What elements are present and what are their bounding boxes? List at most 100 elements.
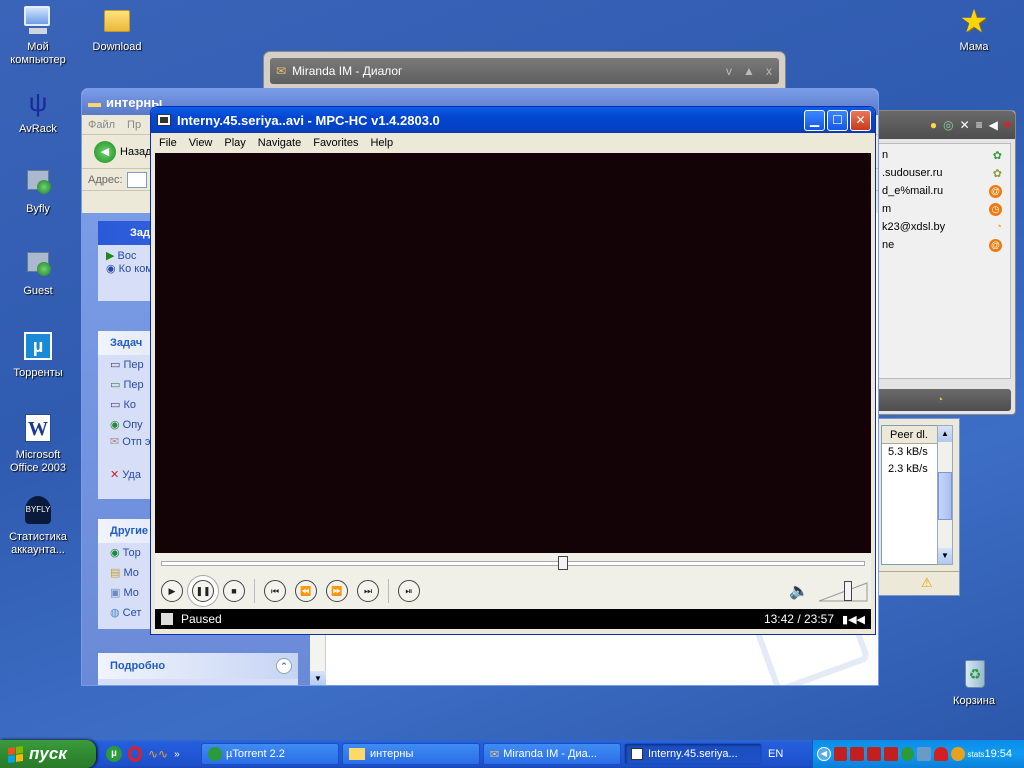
opera-icon[interactable] [128, 746, 142, 762]
panel-details-header[interactable]: Подробно ⌃ [98, 653, 298, 679]
menu-file[interactable]: Файл [82, 119, 121, 131]
miranda-icon: ✉ [490, 748, 500, 761]
scroll-thumb[interactable] [938, 472, 952, 520]
tray-expand-icon[interactable]: ◀ [817, 747, 831, 761]
vertical-scrollbar[interactable]: ▲ ▼ [937, 425, 953, 565]
antivirus-tray-icon[interactable] [934, 747, 948, 761]
utorrent-window[interactable]: Peer dl. 5.3 kB/s 2.3 kB/s ▲ ▼ ⚠ [868, 418, 960, 596]
contact-list-window[interactable]: ● ◎ ✕ ≡ ◀ ♥ n ✿ .sudouser.ru ✿ d_e%mail.ru… [868, 110, 1016, 415]
heart-icon[interactable]: ♥ [1004, 118, 1011, 132]
speaker-icon[interactable]: 🔈 [789, 581, 809, 601]
frame-step-button[interactable]: ⏯ [398, 580, 420, 602]
sun-icon[interactable]: ● [930, 118, 937, 132]
desktop-icon-label: Мой компьютер [10, 41, 66, 66]
start-button[interactable]: пуск [0, 740, 96, 768]
previous-button[interactable]: ⏮ [264, 580, 286, 602]
desktop-icon-mama[interactable]: ★ Мама [936, 4, 1012, 54]
language-indicator[interactable]: EN [768, 748, 783, 760]
close-button[interactable]: ✕ [850, 109, 871, 131]
desktop-icon-my-computer[interactable]: Мой компьютер [0, 4, 76, 67]
miranda-quicklaunch-icon[interactable]: ∿∿ [148, 747, 168, 761]
contact-item[interactable]: .sudouser.ru ✿ [870, 164, 1010, 182]
maximize-button[interactable]: ☐ [827, 109, 848, 131]
menu-file[interactable]: File [153, 137, 183, 149]
utorrent-quicklaunch-icon[interactable]: µ [106, 746, 122, 762]
menu-navigate[interactable]: Navigate [252, 137, 307, 149]
seek-thumb[interactable] [558, 556, 569, 570]
miranda-tray-icon[interactable] [950, 747, 965, 761]
miranda-maximize-button[interactable]: ▲ [739, 64, 759, 78]
desktop-icon-download[interactable]: Download [79, 4, 155, 54]
desktop-icon-avrack[interactable]: ψ AvRack [0, 86, 76, 136]
miranda-dialog-window[interactable]: ✉ Miranda IM - Диалог v ▲ x [263, 51, 786, 91]
control-separator [254, 579, 255, 603]
desktop-icon-guest[interactable]: Guest [0, 248, 76, 298]
star-icon: ★ [959, 3, 989, 39]
play-button[interactable]: ▶ [161, 580, 183, 602]
menu-help[interactable]: Help [364, 137, 399, 149]
desktop-icon-byfly-stats[interactable]: BYFLY Статистика аккаунта... [0, 494, 76, 557]
menu-favorites[interactable]: Favorites [307, 137, 364, 149]
copy-icon: ▭ [110, 399, 121, 411]
fast-forward-button[interactable]: ⏩ [326, 580, 348, 602]
sound-icon[interactable]: ◀ [989, 118, 998, 132]
menu-view[interactable]: View [183, 137, 219, 149]
quick-launch: µ ∿∿ » [106, 746, 198, 762]
byfly-tray-icon[interactable] [867, 747, 881, 761]
byfly-tray-icon[interactable] [883, 747, 898, 761]
menu-play[interactable]: Play [218, 137, 251, 149]
contact-list-toolbar: ● ◎ ✕ ≡ ◀ ♥ [869, 111, 1015, 139]
utorrent-tray-icon[interactable] [900, 747, 915, 761]
miranda-minimize-button[interactable]: v [719, 64, 739, 78]
menu-edit[interactable]: Пр [121, 119, 147, 131]
contact-status-bar[interactable]: ◔ [869, 389, 1011, 411]
taskbar-item-explorer[interactable]: интерны [342, 743, 480, 765]
volume-slider[interactable] [818, 581, 869, 603]
taskbar-item-utorrent[interactable]: µTorrent 2.2 [201, 743, 339, 765]
quicklaunch-more-icon[interactable]: » [174, 749, 180, 760]
contact-item[interactable]: m ◷ [870, 200, 1010, 218]
next-button[interactable]: ⏭ [357, 580, 379, 602]
byfly-tray-icon[interactable] [850, 747, 865, 761]
list-icon[interactable]: ≡ [976, 118, 983, 132]
search-icon[interactable]: ◎ [943, 118, 953, 132]
warning-icon: ⚠ [921, 575, 933, 590]
pause-button[interactable]: ❚❚ [192, 580, 214, 602]
taskbar-item-mpc[interactable]: Interny.45.seriya... [624, 743, 762, 765]
desktop-icon-office[interactable]: W Microsoft Office 2003 [0, 412, 76, 475]
minimize-button[interactable]: ▁ [804, 109, 825, 131]
contact-item[interactable]: k23@xdsl.by ◔ [870, 218, 1010, 236]
volume-thumb[interactable] [844, 581, 853, 601]
video-area[interactable] [155, 153, 871, 553]
address-field[interactable] [126, 171, 147, 188]
mpc-player-window[interactable]: Interny.45.seriya..avi - MPC-HC v1.4.280… [150, 106, 876, 635]
seek-bar[interactable] [155, 553, 871, 573]
status-text: Paused [181, 612, 222, 626]
back-arrow-icon[interactable]: ◀ [94, 140, 116, 163]
desktop-icon-byfly[interactable]: Byfly [0, 166, 76, 216]
system-tray: ◀ stats 19:54 [812, 740, 1024, 768]
miranda-dialog-titlebar[interactable]: ✉ Miranda IM - Диалог v ▲ x [270, 58, 779, 84]
rewind-button[interactable]: ⏪ [295, 580, 317, 602]
mpc-titlebar[interactable]: Interny.45.seriya..avi - MPC-HC v1.4.280… [151, 107, 875, 133]
contact-item[interactable]: d_e%mail.ru @ [870, 182, 1010, 200]
network-tray-icon[interactable] [917, 747, 932, 761]
byfly-tray-icon[interactable] [833, 747, 848, 761]
miranda-close-button[interactable]: x [759, 64, 779, 78]
back-button[interactable]: Назад [120, 146, 152, 158]
scroll-up-button[interactable]: ▲ [938, 426, 952, 442]
desktop-icon-torrents[interactable]: µ Торренты [0, 330, 76, 380]
expand-chevron-icon[interactable]: ⌃ [276, 658, 292, 674]
network-shortcut-icon [21, 166, 55, 200]
tools-icon[interactable]: ✕ [960, 118, 970, 132]
scroll-down-button[interactable]: ▼ [310, 671, 326, 685]
contact-item[interactable]: n ✿ [870, 146, 1010, 164]
stop-button[interactable]: ■ [223, 580, 245, 602]
scroll-down-button[interactable]: ▼ [938, 548, 952, 564]
taskbar-item-miranda[interactable]: ✉ Miranda IM - Диа... [483, 743, 621, 765]
status-button-icon[interactable]: ◔ [937, 394, 944, 406]
delete-icon: ✕ [110, 469, 120, 481]
desktop-icon-recycle-bin[interactable]: ♻ Корзина [936, 658, 1012, 708]
contact-item[interactable]: ne @ [870, 236, 1010, 254]
clock[interactable]: 19:54 [984, 748, 1012, 760]
